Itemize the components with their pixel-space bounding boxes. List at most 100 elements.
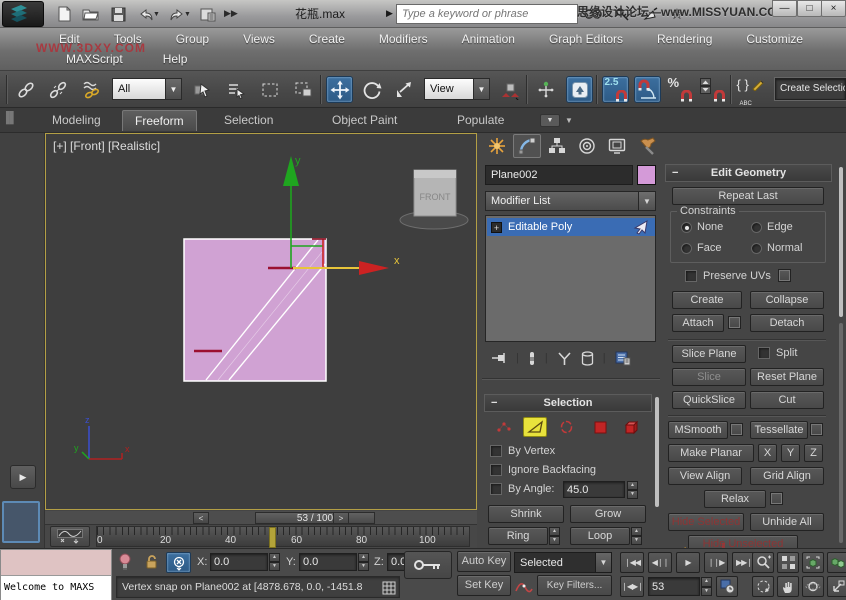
shrink-button[interactable]: Shrink: [488, 505, 564, 523]
menu-rendering[interactable]: Rendering: [653, 31, 716, 47]
msmooth-settings-button[interactable]: [730, 423, 743, 436]
ring-spinner[interactable]: ▲▼: [549, 527, 560, 545]
qat-overflow-icon[interactable]: ▶▶: [224, 8, 238, 19]
subobject-edge-icon[interactable]: [523, 417, 547, 437]
coord-x-field[interactable]: [210, 553, 268, 571]
infocenter-expand-icon[interactable]: ▶: [386, 8, 393, 19]
ribbon-minimize-caret-icon[interactable]: ▼: [565, 116, 573, 125]
by-angle-field[interactable]: [563, 481, 625, 498]
key-filter-selection-dropdown[interactable]: Selected ▼: [514, 552, 612, 573]
expand-plus-icon[interactable]: +: [491, 222, 502, 233]
coord-y-spinner[interactable]: ▲▼: [358, 553, 369, 571]
bind-to-space-warp-icon[interactable]: [78, 76, 105, 103]
track-bar-ruler[interactable]: 0 20 40 60 80 100: [96, 526, 470, 547]
open-file-button[interactable]: [79, 3, 103, 25]
menu-views[interactable]: Views: [239, 31, 279, 47]
time-slider[interactable]: < 53 / 100 >: [45, 511, 477, 525]
menu-graph-editors[interactable]: Graph Editors: [545, 31, 627, 47]
view-align-button[interactable]: View Align: [668, 467, 742, 485]
time-configuration-button[interactable]: [716, 576, 738, 597]
ring-button[interactable]: Ring: [488, 527, 548, 545]
select-and-manipulate-icon[interactable]: [532, 76, 559, 103]
tab-display-icon[interactable]: [603, 134, 631, 158]
ribbon-tab-selection[interactable]: Selection: [212, 110, 285, 131]
search-input[interactable]: [396, 4, 578, 24]
edit-geometry-scrollbar-track[interactable]: [839, 323, 843, 543]
edit-geometry-scrollbar[interactable]: [839, 167, 843, 317]
undo-dropdown-caret-icon[interactable]: ▼: [153, 11, 160, 18]
slice-plane-button[interactable]: Slice Plane: [672, 345, 746, 363]
percent-snap-toggle-icon[interactable]: %: [666, 76, 693, 103]
set-key-button[interactable]: Set Key: [457, 575, 511, 596]
viewport-layout-tab[interactable]: [2, 501, 40, 543]
subobject-element-icon[interactable]: [620, 417, 644, 437]
selection-lock-icon[interactable]: [144, 554, 159, 570]
subobject-vertex-icon[interactable]: [492, 417, 516, 437]
select-and-move-icon[interactable]: [326, 76, 353, 103]
viewcube[interactable]: FRONT: [400, 170, 468, 229]
slice-button[interactable]: Slice: [672, 368, 746, 386]
hide-selected-button[interactable]: Hide Selected: [668, 513, 744, 531]
application-menu-button[interactable]: ▼: [2, 1, 44, 27]
cut-button[interactable]: Cut: [750, 391, 824, 409]
quickslice-button[interactable]: QuickSlice: [672, 391, 746, 409]
auto-key-button[interactable]: Auto Key: [457, 551, 511, 572]
configure-modifier-sets-icon[interactable]: [615, 351, 631, 366]
plane-object[interactable]: [184, 239, 326, 381]
zoom-button[interactable]: [752, 552, 774, 573]
menu-modifiers[interactable]: Modifiers: [375, 31, 432, 47]
by-vertex-checkbox[interactable]: [490, 445, 502, 457]
ribbon-grip-icon[interactable]: ▐▌: [2, 112, 18, 124]
zoom-region-button[interactable]: [752, 576, 774, 597]
modifier-stack[interactable]: + Editable Poly: [485, 215, 656, 342]
remove-modifier-icon[interactable]: [581, 351, 594, 366]
constraint-edge-radio[interactable]: [751, 222, 762, 233]
msmooth-button[interactable]: MSmooth: [668, 421, 728, 439]
ribbon-tab-modeling[interactable]: Modeling: [40, 110, 113, 131]
edit-geometry-rollout-header[interactable]: − Edit Geometry: [665, 164, 832, 182]
use-pivot-point-center-icon[interactable]: [496, 76, 523, 103]
loop-spinner[interactable]: ▲▼: [631, 527, 642, 545]
menu-help[interactable]: Help: [159, 51, 192, 67]
listener-macro-row[interactable]: [1, 550, 111, 576]
previous-frame-arrow[interactable]: <: [193, 512, 209, 524]
zoom-extents-button[interactable]: [802, 552, 824, 573]
reference-coordinate-system-dropdown[interactable]: View ▼: [424, 78, 490, 100]
save-file-button[interactable]: [106, 3, 130, 25]
menu-customize[interactable]: Customize: [742, 31, 807, 47]
preserve-uvs-settings-button[interactable]: [778, 269, 791, 282]
stack-item-editable-poly[interactable]: + Editable Poly: [487, 218, 655, 236]
absolute-mode-toggle[interactable]: [166, 552, 191, 573]
unlink-selection-icon[interactable]: [44, 76, 71, 103]
create-button[interactable]: Create: [672, 291, 742, 309]
pan-hand-icon[interactable]: [777, 576, 799, 597]
key-mode-toggle-button[interactable]: ❘◀▶❘: [620, 576, 644, 597]
relax-button[interactable]: Relax: [704, 490, 766, 508]
collapse-button[interactable]: Collapse: [750, 291, 824, 309]
make-planar-y-button[interactable]: Y: [781, 444, 800, 462]
grid-align-button[interactable]: Grid Align: [750, 467, 824, 485]
select-by-name-icon[interactable]: [222, 76, 249, 103]
window-crossing-icon[interactable]: [290, 76, 317, 103]
constraint-face-radio[interactable]: [681, 243, 692, 254]
selection-rollout-header[interactable]: − Selection: [484, 394, 652, 412]
edit-named-selection-sets-icon[interactable]: { } ABC: [736, 76, 763, 103]
object-name-field[interactable]: [485, 165, 633, 185]
grid-settings-icon[interactable]: [382, 581, 396, 595]
repeat-last-button[interactable]: Repeat Last: [672, 187, 824, 205]
key-filters-button[interactable]: Key Filters...: [537, 575, 612, 596]
zoom-extents-all-button[interactable]: [827, 552, 846, 573]
zoom-all-button[interactable]: [777, 552, 799, 573]
named-selection-set-field[interactable]: Create Selection: [775, 78, 846, 100]
close-button[interactable]: ×: [821, 0, 846, 17]
tessellate-button[interactable]: Tessellate: [750, 421, 808, 439]
object-color-swatch[interactable]: [637, 165, 656, 185]
select-and-scale-icon[interactable]: [390, 76, 417, 103]
next-frame-button[interactable]: ❘❘▶: [704, 552, 728, 573]
menu-animation[interactable]: Animation: [458, 31, 519, 47]
by-angle-checkbox[interactable]: [490, 483, 502, 495]
attach-settings-button[interactable]: [728, 316, 741, 329]
maxscript-mini-listener[interactable]: Welcome to MAXS: [0, 549, 112, 600]
subobject-polygon-icon[interactable]: [588, 417, 612, 437]
coord-x-spinner[interactable]: ▲▼: [269, 553, 280, 571]
